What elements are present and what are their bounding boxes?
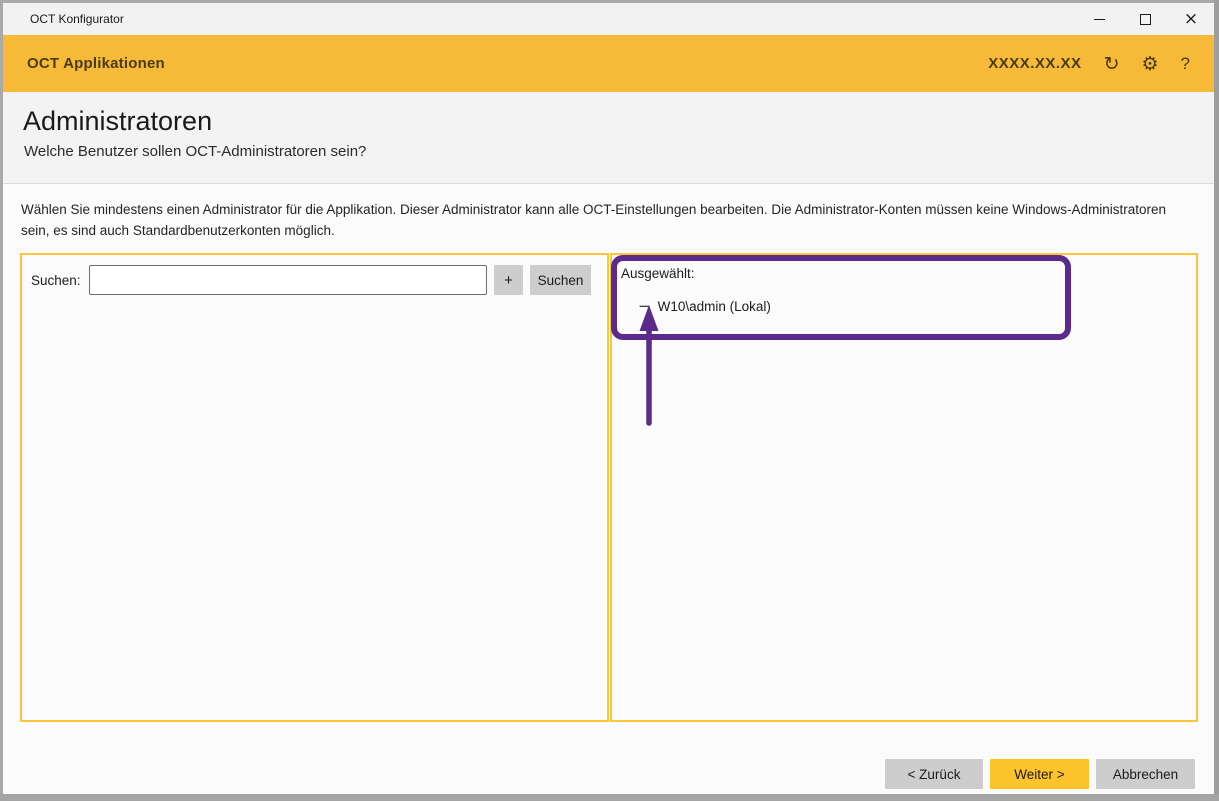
gear-icon[interactable]: ⚙: [1141, 53, 1158, 75]
selected-admin-item: − W10\admin (Lokal): [638, 299, 771, 314]
app-header-actions: XXXX.XX.XX ↻ ⚙ ?: [988, 53, 1190, 75]
search-row: Suchen: + Suchen: [31, 265, 597, 295]
remove-item-icon[interactable]: −: [638, 299, 651, 314]
titlebar: OCT Konfigurator ×: [3, 3, 1214, 35]
help-icon[interactable]: ?: [1181, 54, 1190, 74]
app-brand-title: OCT Applikationen: [27, 55, 165, 72]
page-title-section: Administratoren Welche Benutzer sollen O…: [3, 92, 1214, 184]
page-subtitle: Welche Benutzer sollen OCT-Administrator…: [24, 143, 366, 160]
close-button[interactable]: ×: [1168, 3, 1214, 35]
window-frame-bottom: [0, 794, 1219, 801]
back-button[interactable]: < Zurück: [885, 759, 983, 789]
selected-label: Ausgewählt:: [621, 266, 695, 281]
page-title: Administratoren: [23, 106, 212, 137]
next-button[interactable]: Weiter >: [990, 759, 1089, 789]
search-panel: Suchen: + Suchen: [20, 253, 609, 722]
selected-admin-name: W10\admin (Lokal): [658, 299, 771, 314]
window-frame-right: [1214, 0, 1219, 801]
search-button[interactable]: Suchen: [530, 265, 591, 295]
cancel-button[interactable]: Abbrechen: [1096, 759, 1195, 789]
add-user-button[interactable]: +: [494, 265, 523, 295]
selected-panel: Ausgewählt: − W10\admin (Lokal): [610, 253, 1198, 722]
window-controls: ×: [1076, 3, 1214, 35]
maximize-button[interactable]: [1122, 3, 1168, 35]
app-window: OCT Konfigurator × OCT Applikationen XXX…: [0, 0, 1219, 801]
window-title: OCT Konfigurator: [30, 12, 124, 26]
main-content: Wählen Sie mindestens einen Administrato…: [3, 185, 1214, 794]
close-icon: ×: [1184, 11, 1198, 28]
search-label: Suchen:: [31, 273, 81, 288]
refresh-icon[interactable]: ↻: [1104, 53, 1120, 75]
version-label: XXXX.XX.XX: [988, 55, 1081, 72]
maximize-icon: [1140, 14, 1151, 25]
minimize-button[interactable]: [1076, 3, 1122, 35]
minimize-icon: [1094, 19, 1105, 20]
app-header: OCT Applikationen XXXX.XX.XX ↻ ⚙ ?: [3, 35, 1214, 92]
page-description: Wählen Sie mindestens einen Administrato…: [21, 199, 1197, 241]
search-input[interactable]: [89, 265, 487, 295]
